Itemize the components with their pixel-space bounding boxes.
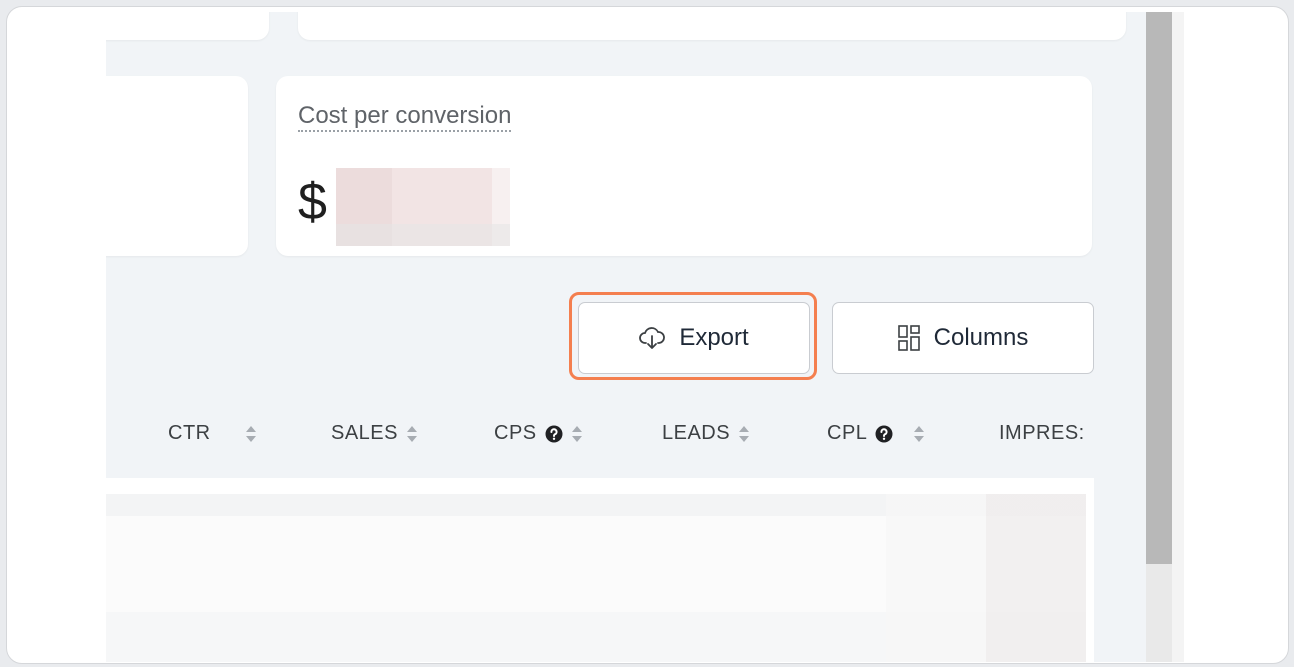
column-header-sales[interactable]: SALES (331, 422, 418, 445)
dashboard-area: Cost per conversion $ Export Columns CTR… (106, 12, 1146, 662)
column-header-ctr[interactable]: CTR (168, 422, 257, 445)
column-header-leads[interactable]: LEADS (662, 422, 750, 445)
help-circle-icon[interactable] (875, 425, 893, 443)
column-header-label: IMPRES: (999, 422, 1085, 444)
vertical-scrollbar[interactable] (1146, 12, 1184, 662)
metric-card-top-left (106, 12, 269, 40)
redacted-value (336, 168, 510, 246)
export-button[interactable]: Export (578, 302, 810, 374)
scrollbar-track (1172, 12, 1184, 662)
metric-card-top-right (298, 12, 1126, 40)
sort-icon[interactable] (913, 425, 925, 443)
column-header-label: SALES (331, 422, 398, 444)
export-button-label: Export (679, 324, 749, 351)
grid-columns-icon (897, 325, 920, 351)
sort-icon[interactable] (406, 425, 418, 443)
column-header-label: CTR (168, 422, 211, 444)
column-header-label: CPS (494, 422, 537, 444)
currency-symbol: $ (298, 173, 327, 231)
column-header-cpl[interactable]: CPL (827, 422, 925, 445)
columns-button-label: Columns (933, 324, 1029, 351)
column-header-impressions[interactable]: IMPRES: (999, 422, 1085, 445)
cost-per-conversion-label[interactable]: Cost per conversion (298, 104, 512, 132)
table-body (106, 478, 1094, 662)
sort-icon[interactable] (571, 425, 583, 443)
table-header: CTR SALES CPS LEADS CPL IMPRES: (106, 404, 1094, 466)
scrollbar-thumb[interactable] (1146, 12, 1172, 564)
cost-per-conversion-card: Cost per conversion $ (276, 76, 1092, 256)
metric-card-left (106, 76, 248, 256)
cloud-download-icon (639, 326, 666, 350)
columns-button[interactable]: Columns (832, 302, 1094, 374)
cost-per-conversion-value: $ (298, 168, 510, 246)
sort-icon[interactable] (245, 425, 257, 443)
sort-icon[interactable] (738, 425, 750, 443)
help-circle-icon[interactable] (545, 425, 563, 443)
column-header-label: LEADS (662, 422, 731, 444)
redacted-cells (886, 494, 1086, 662)
column-header-cps[interactable]: CPS (494, 422, 583, 445)
column-header-label: CPL (827, 422, 868, 444)
